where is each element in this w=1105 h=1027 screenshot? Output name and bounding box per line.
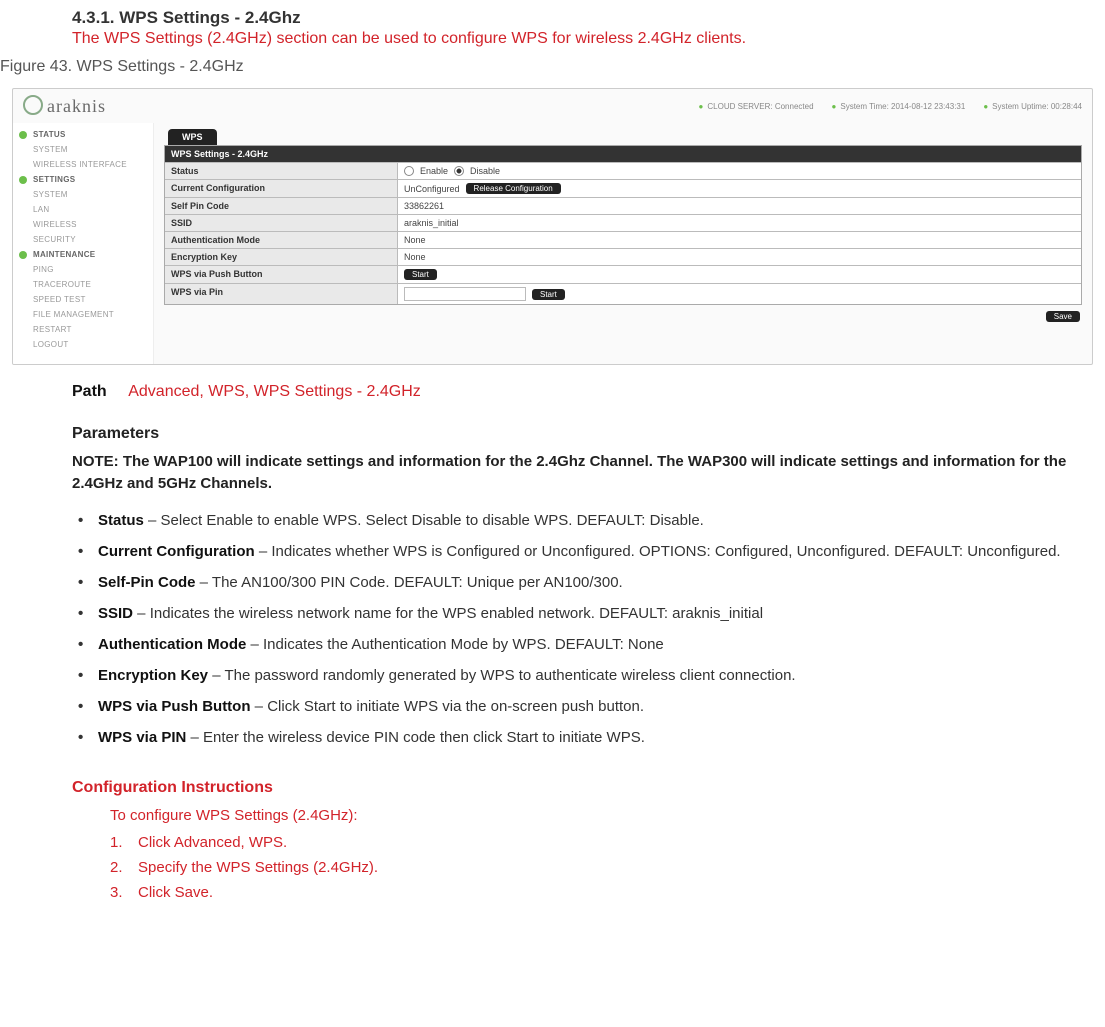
figure-caption: Figure 43. WPS Settings - 2.4GHz xyxy=(0,58,1105,76)
nav-settings[interactable]: SETTINGS xyxy=(13,172,153,187)
nav-status[interactable]: STATUS xyxy=(13,127,153,142)
brand-logo: araknis xyxy=(23,95,106,117)
parameters-list: Status – Select Enable to enable WPS. Se… xyxy=(72,505,1085,753)
pin-value: 33862261 xyxy=(398,198,1081,214)
row-push-label: WPS via Push Button xyxy=(165,266,398,283)
wps-pin-input[interactable] xyxy=(404,287,526,301)
sidebar: STATUS SYSTEM WIRELESS INTERFACE SETTING… xyxy=(13,123,154,364)
path-label: Path xyxy=(72,383,107,400)
current-config-value: UnConfigured xyxy=(404,184,460,194)
row-wps-pin-label: WPS via Pin xyxy=(165,284,398,304)
path-line: Path Advanced, WPS, WPS Settings - 2.4GH… xyxy=(72,383,1105,401)
auth-value: None xyxy=(398,232,1081,248)
status-bar: CLOUD SERVER: Connected System Time: 201… xyxy=(699,102,1082,111)
radio-enable[interactable] xyxy=(404,166,414,176)
screenshot-figure: araknis CLOUD SERVER: Connected System T… xyxy=(12,88,1093,365)
radio-enable-label: Enable xyxy=(420,166,448,176)
row-enc-label: Encryption Key xyxy=(165,249,398,265)
radio-disable[interactable] xyxy=(454,166,464,176)
radio-disable-label: Disable xyxy=(470,166,500,176)
path-value: Advanced, WPS, WPS Settings - 2.4GHz xyxy=(128,383,421,400)
row-auth-label: Authentication Mode xyxy=(165,232,398,248)
config-heading: Configuration Instructions xyxy=(72,779,1105,797)
row-status-label: Status xyxy=(165,163,398,179)
section-subtitle: The WPS Settings (2.4GHz) section can be… xyxy=(72,30,1105,48)
save-button[interactable]: Save xyxy=(1046,311,1080,322)
parameter-item: WPS via Push Button – Click Start to ini… xyxy=(72,691,1085,722)
nav-maintenance[interactable]: MAINTENANCE xyxy=(13,247,153,262)
push-start-button[interactable]: Start xyxy=(404,269,437,280)
nav-settings-system[interactable]: SYSTEM xyxy=(13,187,153,202)
config-step: Click Advanced, WPS. xyxy=(110,830,1105,855)
ssid-value: araknis_initial xyxy=(398,215,1081,231)
wps-panel: WPS Settings - 2.4GHz Status Enable Disa… xyxy=(164,145,1082,305)
parameter-item: Encryption Key – The password randomly g… xyxy=(72,660,1085,691)
nav-traceroute[interactable]: TRACEROUTE xyxy=(13,277,153,292)
config-step: Click Save. xyxy=(110,880,1105,905)
system-time: System Time: 2014-08-12 23:43:31 xyxy=(832,102,966,111)
parameters-heading: Parameters xyxy=(72,425,1105,443)
nav-logout[interactable]: LOGOUT xyxy=(13,337,153,352)
nav-restart[interactable]: RESTART xyxy=(13,322,153,337)
wps-pin-start-button[interactable]: Start xyxy=(532,289,565,300)
cloud-status: CLOUD SERVER: Connected xyxy=(699,102,814,111)
nav-wireless-interface[interactable]: WIRELESS INTERFACE xyxy=(13,157,153,172)
panel-title: WPS Settings - 2.4GHz xyxy=(165,146,1081,162)
parameters-note: NOTE: The WAP100 will indicate settings … xyxy=(72,451,1085,495)
release-config-button[interactable]: Release Configuration xyxy=(466,183,561,194)
parameter-item: Authentication Mode – Indicates the Auth… xyxy=(72,629,1085,660)
nav-file-management[interactable]: FILE MANAGEMENT xyxy=(13,307,153,322)
row-ssid-label: SSID xyxy=(165,215,398,231)
row-pin-label: Self Pin Code xyxy=(165,198,398,214)
enc-value: None xyxy=(398,249,1081,265)
parameter-item: SSID – Indicates the wireless network na… xyxy=(72,598,1085,629)
system-uptime: System Uptime: 00:28:44 xyxy=(983,102,1082,111)
nav-speed-test[interactable]: SPEED TEST xyxy=(13,292,153,307)
parameter-item: WPS via PIN – Enter the wireless device … xyxy=(72,722,1085,753)
nav-lan[interactable]: LAN xyxy=(13,202,153,217)
nav-system[interactable]: SYSTEM xyxy=(13,142,153,157)
config-step: Specify the WPS Settings (2.4GHz). xyxy=(110,855,1105,880)
parameter-item: Status – Select Enable to enable WPS. Se… xyxy=(72,505,1085,536)
tab-wps[interactable]: WPS xyxy=(168,129,217,145)
section-title: 4.3.1. WPS Settings - 2.4Ghz xyxy=(72,8,1105,28)
config-lead: To configure WPS Settings (2.4GHz): xyxy=(110,807,1105,824)
row-current-config-label: Current Configuration xyxy=(165,180,398,197)
nav-security[interactable]: SECURITY xyxy=(13,232,153,247)
nav-ping[interactable]: PING xyxy=(13,262,153,277)
parameter-item: Self-Pin Code – The AN100/300 PIN Code. … xyxy=(72,567,1085,598)
config-steps: Click Advanced, WPS.Specify the WPS Sett… xyxy=(110,830,1105,905)
nav-wireless[interactable]: WIRELESS xyxy=(13,217,153,232)
parameter-item: Current Configuration – Indicates whethe… xyxy=(72,536,1085,567)
